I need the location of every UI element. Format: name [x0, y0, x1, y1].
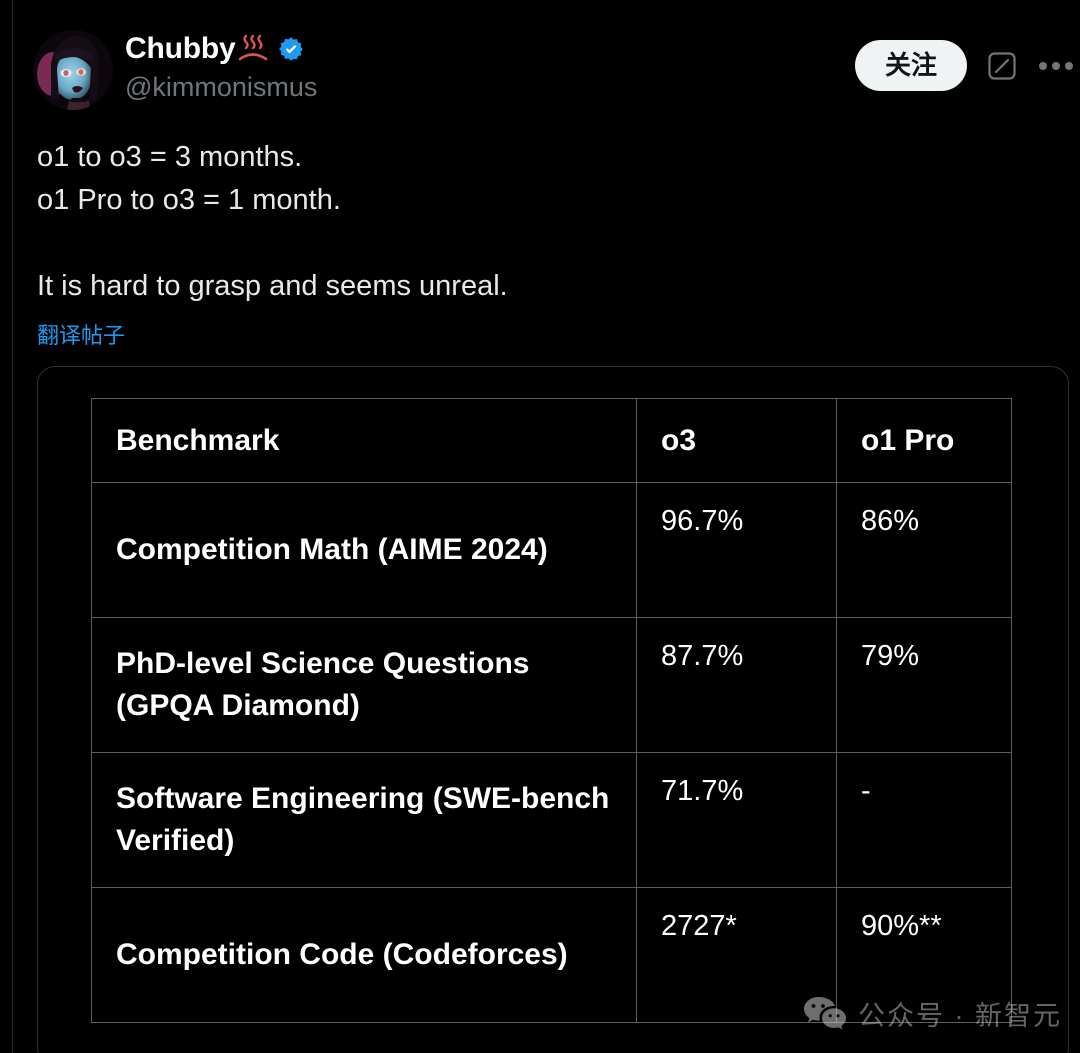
hot-springs-icon — [237, 34, 269, 64]
more-dot — [1052, 61, 1060, 70]
benchmark-name: PhD-level Science Questions (GPQA Diamon… — [91, 617, 637, 753]
o1-pro-value: - — [836, 752, 1012, 888]
verified-badge-icon — [278, 36, 304, 62]
tweet-media-card[interactable]: Benchmark o3 o1 Pro Competition Math (AI… — [37, 366, 1069, 1053]
translate-post-link[interactable]: 翻译帖子 — [37, 318, 125, 350]
account-handle: @kimmonismus — [125, 72, 318, 102]
o3-value: 96.7% — [636, 482, 837, 618]
benchmark-name: Competition Math (AIME 2024) — [91, 482, 637, 618]
column-header-benchmark: Benchmark — [91, 398, 637, 483]
o1-pro-value: 86% — [836, 482, 1012, 618]
account-name-block: Chubby @kimmonismus — [125, 28, 317, 103]
table-row: Competition Code (Codeforces) 2727* 90%*… — [91, 887, 1012, 1023]
follow-button[interactable]: 关注 — [854, 40, 967, 91]
o1-pro-value: 90%** — [836, 887, 1012, 1023]
table-row: Competition Math (AIME 2024) 96.7% 86% — [91, 482, 1012, 618]
page-left-edge — [12, 0, 13, 1053]
o1-pro-value: 79% — [836, 617, 1012, 753]
benchmark-name: Competition Code (Codeforces) — [91, 887, 637, 1023]
header-actions: 关注 — [854, 40, 1073, 91]
avatar[interactable] — [33, 30, 113, 110]
table-header-row: Benchmark o3 o1 Pro — [91, 398, 1012, 483]
benchmark-table: Benchmark o3 o1 Pro Competition Math (AI… — [91, 398, 1012, 1023]
table-row: Software Engineering (SWE-bench Verified… — [91, 752, 1012, 888]
table-row: PhD-level Science Questions (GPQA Diamon… — [91, 617, 1012, 753]
o3-value: 71.7% — [636, 752, 837, 888]
tweet-header: Chubby @kimmonismus 关注 — [33, 28, 1073, 114]
column-header-o1-pro: o1 Pro — [836, 398, 1012, 483]
more-dot — [1065, 61, 1073, 70]
tweet-body-text: o1 to o3 = 3 months. o1 Pro to o3 = 1 mo… — [37, 141, 508, 302]
more-horizontal-icon[interactable] — [1039, 51, 1073, 81]
more-dot — [1039, 61, 1047, 70]
benchmark-name: Software Engineering (SWE-bench Verified… — [91, 752, 637, 888]
display-name: Chubby — [125, 32, 236, 65]
grok-slash-icon[interactable] — [987, 51, 1017, 81]
column-header-o3: o3 — [636, 398, 837, 483]
o3-value: 87.7% — [636, 617, 837, 753]
o3-value: 2727* — [636, 887, 837, 1023]
